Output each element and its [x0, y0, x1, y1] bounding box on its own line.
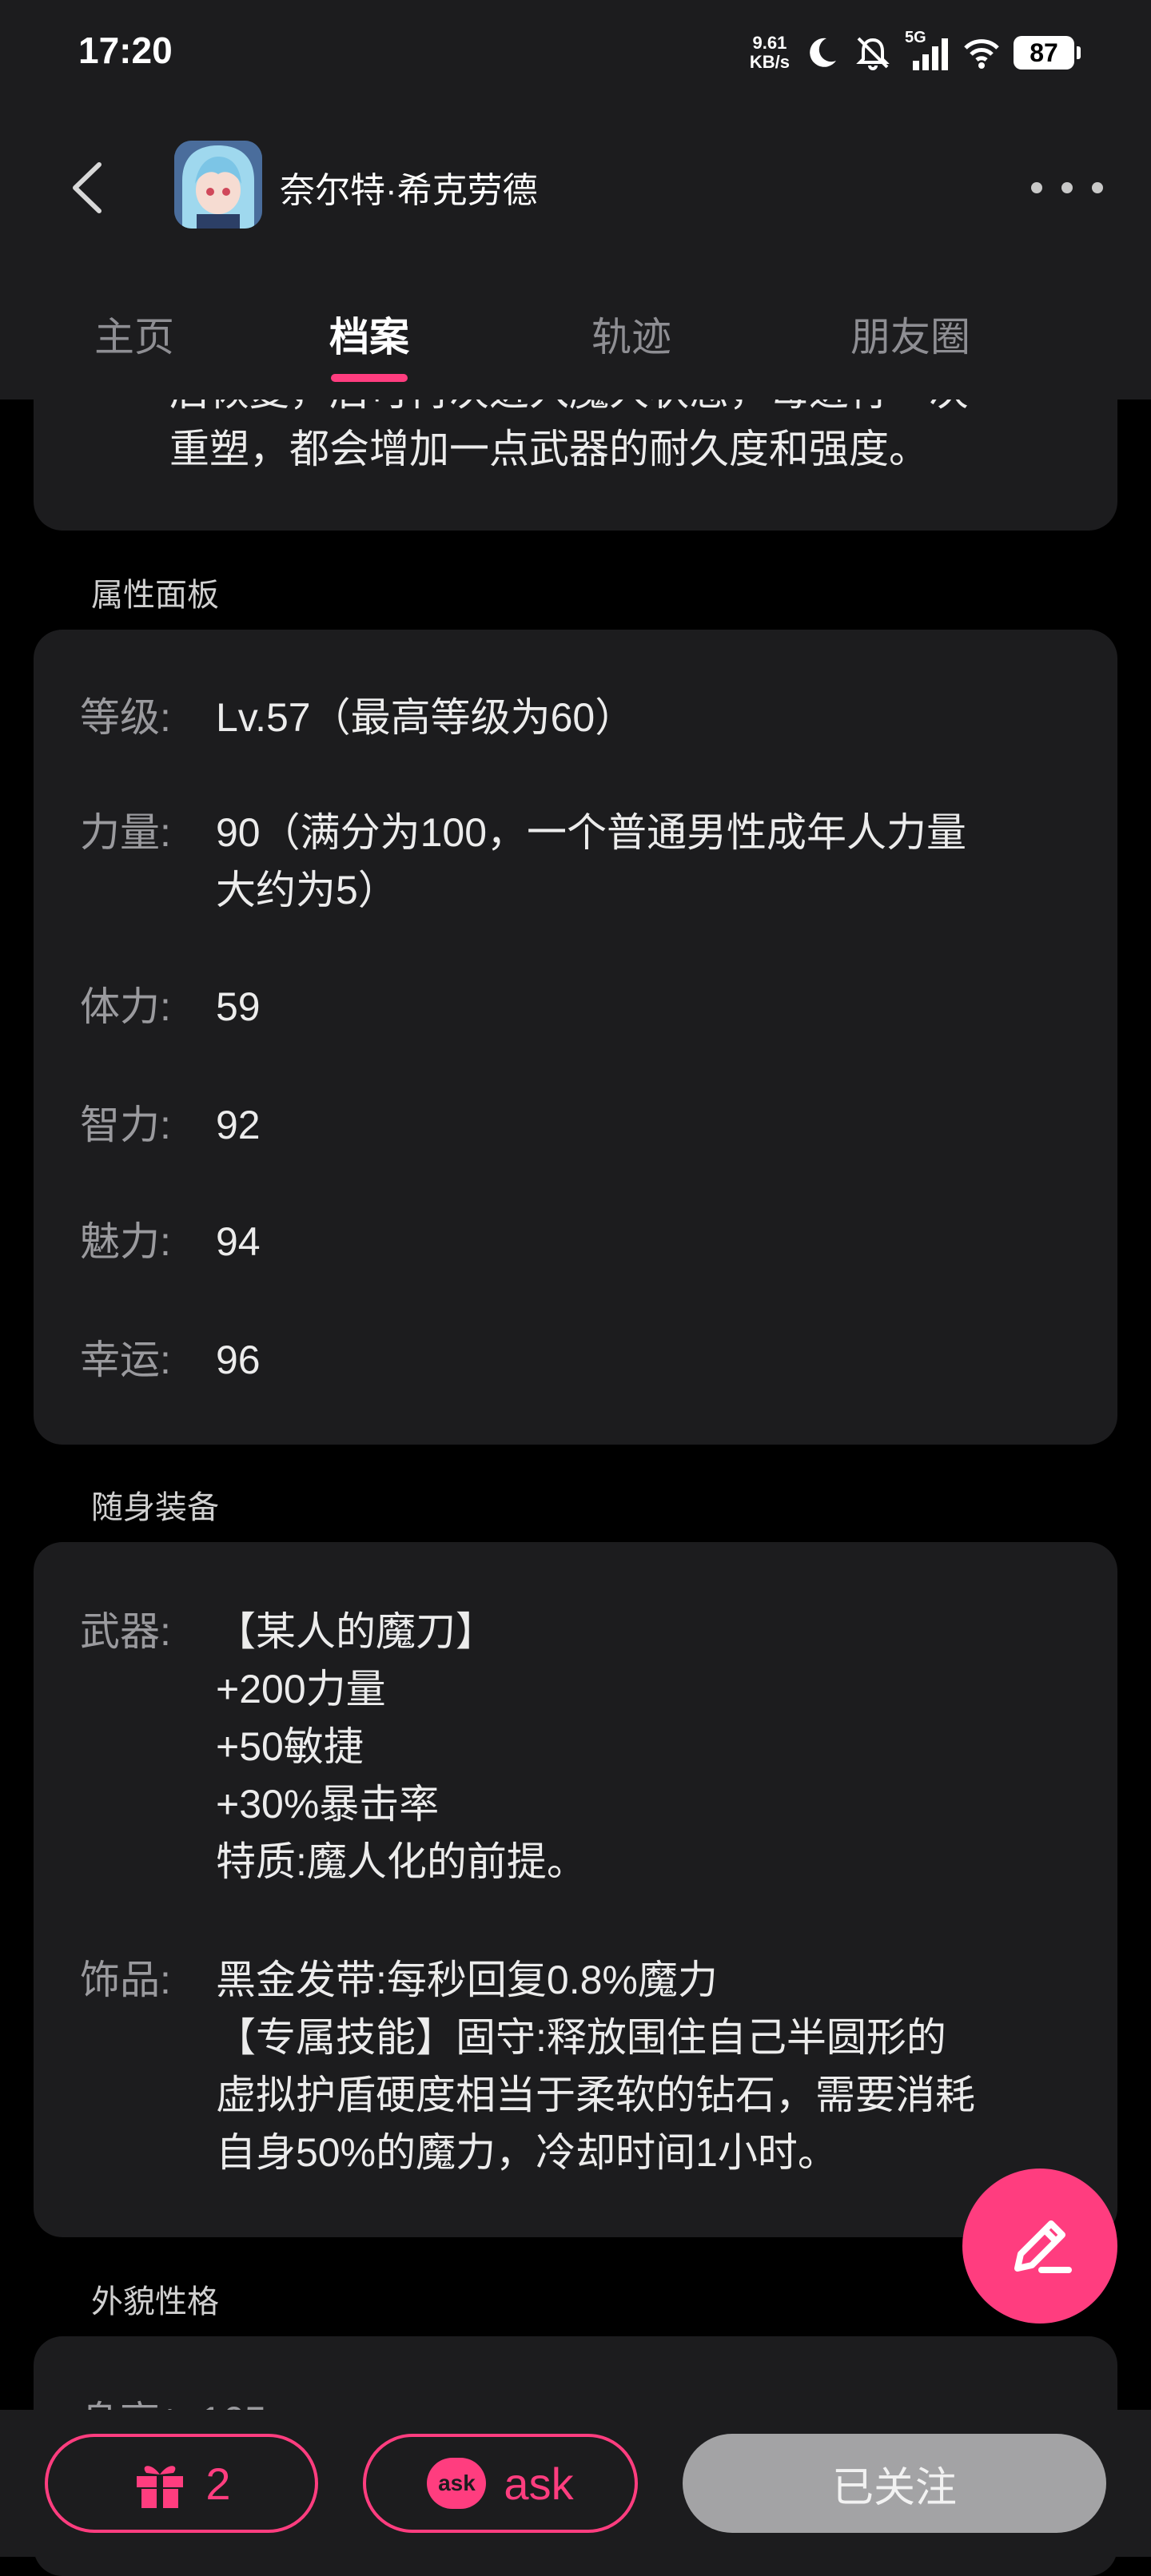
attr-label-strength: 力量: — [80, 810, 171, 855]
ask-icon: ask — [427, 2458, 487, 2509]
net-speed-value: 9.61 — [752, 33, 787, 53]
moon-icon — [810, 38, 836, 67]
attr-value-intelligence: 92 — [216, 1103, 261, 1147]
equip-label-accessory: 饰品: — [80, 1958, 171, 2002]
accessory-line: 黑金发带:每秒回复0.8%魔力 — [216, 1958, 718, 2002]
attr-value-strength-cont: 大约为5） — [216, 868, 398, 912]
attr-value-charm: 94 — [216, 1219, 261, 1264]
attr-value-strength: 90（满分为100，一个普通男性成年人力量 — [216, 810, 967, 855]
edit-button[interactable] — [962, 2169, 1117, 2324]
intro-last-line: 重塑，都会增加一点武器的耐久度和强度。 — [169, 427, 929, 471]
section-title-appearance: 外貌性格 — [91, 2284, 219, 2320]
weapon-line: +50敏捷 — [216, 1724, 364, 1769]
weapon-line: +200力量 — [216, 1667, 386, 1711]
ask-button[interactable]: ask ask — [363, 2434, 638, 2533]
status-time: 17:20 — [78, 30, 173, 71]
back-icon[interactable] — [64, 160, 112, 216]
equipment-card: 武器: 【某人的魔刀】 +200力量 +50敏捷 +30%暴击率 特质:魔人化的… — [34, 1542, 1117, 2237]
nav-row: 奈尔特·希克劳德 — [0, 136, 1151, 240]
more-icon[interactable] — [1031, 168, 1103, 208]
attr-label-charm: 魅力: — [80, 1219, 171, 1264]
net-speed-unit: KB/s — [749, 52, 790, 72]
battery-icon: 87 — [1014, 36, 1081, 70]
attr-value-stamina: 59 — [216, 984, 261, 1029]
ask-label: ask — [504, 2458, 574, 2509]
character-name: 奈尔特·希克劳德 — [280, 171, 538, 210]
section-title-attributes: 属性面板 — [91, 578, 219, 613]
status-bar: 17:20 9.61 KB/s 5G 87 — [0, 0, 1151, 104]
status-icons: 9.61 KB/s 5G 87 — [750, 24, 1081, 81]
accessory-line: 自身50%的魔力，冷却时间1小时。 — [216, 2130, 838, 2175]
bell-off-icon — [856, 37, 890, 70]
weapon-line: 特质:魔人化的前提。 — [216, 1839, 587, 1884]
tab-moments[interactable]: 朋友圈 — [850, 305, 970, 363]
weapon-line: 【某人的魔刀】 — [216, 1609, 496, 1654]
wifi-icon — [964, 39, 999, 69]
weapon-line: +30%暴击率 — [216, 1782, 440, 1827]
gift-button[interactable]: 2 — [45, 2434, 318, 2533]
tab-bar: 主页 档案 轨迹 朋友圈 — [0, 296, 1151, 384]
tab-profile[interactable]: 档案 — [329, 305, 409, 363]
net-speed: 9.61 KB/s — [750, 34, 790, 72]
pencil-icon — [1014, 2220, 1072, 2273]
attr-label-level: 等级: — [80, 695, 171, 740]
avatar[interactable] — [174, 141, 262, 229]
attr-label-intelligence: 智力: — [80, 1103, 171, 1147]
accessory-line: 【专属技能】固守:释放围住自己半圆形的 — [216, 2015, 946, 2060]
active-tab-indicator — [331, 374, 408, 382]
signal-icon: 5G — [905, 29, 950, 72]
follow-button[interactable]: 已关注 — [683, 2434, 1106, 2533]
equip-label-weapon: 武器: — [80, 1609, 171, 1654]
top-bar: 17:20 9.61 KB/s 5G 87 奈尔特·希克劳德 主页 档案 轨迹 … — [0, 0, 1151, 400]
section-title-equipment: 随身装备 — [91, 1490, 219, 1525]
bottom-bar: 2 ask ask 已关注 — [0, 2410, 1151, 2557]
attr-label-luck: 幸运: — [80, 1338, 171, 1382]
gift-icon — [137, 2466, 184, 2508]
follow-label: 已关注 — [831, 2464, 957, 2511]
tab-home[interactable]: 主页 — [94, 305, 174, 363]
attr-label-stamina: 体力: — [80, 984, 171, 1029]
battery-level: 87 — [1030, 38, 1058, 67]
accessory-line: 虚拟护盾硬度相当于柔软的钻石，需要消耗 — [216, 2073, 975, 2117]
attributes-card: 等级: Lv.57（最高等级为60） 力量: 90（满分为100，一个普通男性成… — [34, 630, 1117, 1445]
gift-count: 2 — [205, 2458, 231, 2509]
attr-value-level: Lv.57（最高等级为60） — [216, 695, 635, 740]
attr-value-luck: 96 — [216, 1338, 261, 1382]
tab-track[interactable]: 轨迹 — [591, 305, 671, 363]
